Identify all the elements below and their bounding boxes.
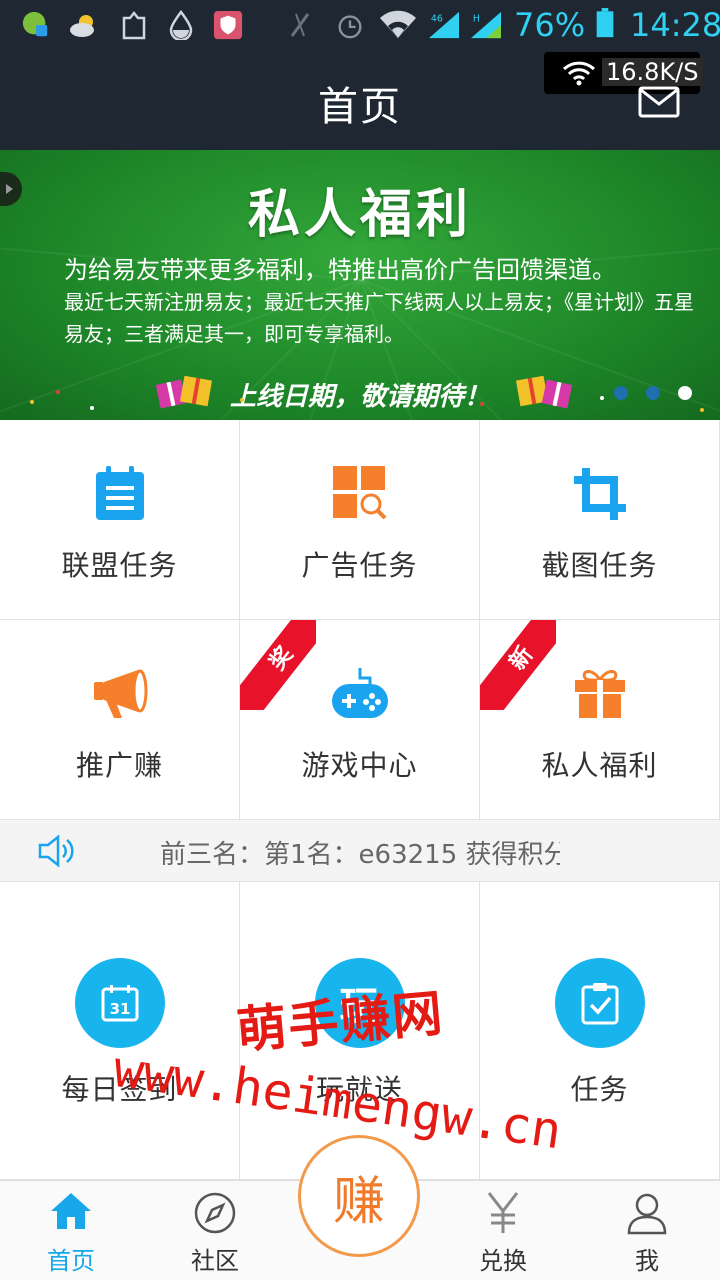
no-data-icon bbox=[290, 13, 310, 37]
battery-icon bbox=[596, 8, 614, 38]
user-icon bbox=[627, 1193, 667, 1235]
yen-icon bbox=[487, 1192, 519, 1233]
banner-title: 私人福利 bbox=[247, 185, 472, 245]
calendar-icon: 31 bbox=[74, 958, 165, 1048]
ad-task-label: 广告任务 bbox=[301, 549, 418, 582]
calendar-day-number: 31 bbox=[109, 1000, 130, 1018]
tab-exchange-label: 兑换 bbox=[479, 1247, 527, 1275]
screenshot-task-tile[interactable]: 截图任务 bbox=[480, 420, 720, 620]
status-bar: 46 H 76% 14:28 bbox=[0, 0, 720, 52]
banner-text-line1: 为给易友带来更多福利，特推出高价广告回馈渠道。 bbox=[64, 256, 616, 284]
wifi-status-icon bbox=[380, 10, 416, 39]
promote-earn-tile[interactable]: 推广赚 bbox=[0, 620, 240, 820]
tab-community-label: 社区 bbox=[191, 1247, 239, 1275]
tab-me[interactable]: 我 bbox=[592, 1181, 702, 1280]
task-icon bbox=[554, 958, 645, 1048]
banner-text-line2: 最近七天新注册易友；最近七天推广下线两人以上易友；《星计划》五星易友；三者满足其… bbox=[64, 290, 694, 346]
promo-banner[interactable]: 私人福利 为给易友带来更多福利，特推出高价广告回馈渠道。 最近七天新注册易友；最… bbox=[0, 150, 720, 420]
alliance-task-label: 联盟任务 bbox=[61, 549, 178, 582]
tab-community[interactable]: 社区 bbox=[160, 1181, 270, 1280]
tab-home-label: 首页 bbox=[47, 1247, 95, 1275]
alliance-task-tile[interactable]: 联盟任务 bbox=[0, 420, 240, 620]
home-icon bbox=[51, 1193, 91, 1229]
app-header: 16.8K/S 首页 bbox=[0, 52, 720, 150]
banner-page-dot-2[interactable] bbox=[646, 386, 660, 400]
gamepad-icon bbox=[331, 668, 388, 718]
signal-2-icon: H bbox=[471, 11, 501, 39]
tab-me-label: 我 bbox=[635, 1247, 659, 1275]
private-welfare-tile[interactable]: 新 私人福利 bbox=[480, 620, 720, 820]
promote-earn-label: 推广赚 bbox=[75, 749, 163, 782]
announcement-text: 前三名：第1名：e63215 获得积分 bbox=[160, 840, 560, 870]
banner-launch-date-text: 上线日期，敬请期待！ bbox=[229, 382, 490, 412]
ad-task-tile[interactable]: 广告任务 bbox=[240, 420, 480, 620]
ad-search-icon bbox=[332, 466, 386, 520]
daily-checkin-tile[interactable]: 31 每日签到 bbox=[0, 882, 240, 1180]
banner-page-dot-3[interactable] bbox=[678, 386, 692, 400]
megaphone-icon bbox=[93, 669, 147, 718]
banner-page-dot-1[interactable] bbox=[614, 386, 628, 400]
clock: 14:28 bbox=[630, 6, 720, 44]
mail-icon[interactable] bbox=[638, 86, 680, 118]
private-welfare-label: 私人福利 bbox=[541, 749, 658, 782]
game-center-tile[interactable]: 奖 游戏中心 bbox=[240, 620, 480, 820]
signal-1-icon: 46 bbox=[429, 11, 459, 39]
game-center-label: 游戏中心 bbox=[301, 749, 418, 782]
clipboard-icon bbox=[95, 466, 144, 520]
announcement-marquee[interactable]: 前三名：第1名：e63215 获得积分 bbox=[0, 820, 720, 882]
svg-text:46: 46 bbox=[431, 13, 443, 24]
page-title: 首页 bbox=[318, 84, 402, 130]
screenshot-task-label: 截图任务 bbox=[541, 549, 658, 582]
water-drop-icon bbox=[169, 10, 193, 40]
earn-button-label: 赚 bbox=[332, 1171, 385, 1232]
tab-exchange[interactable]: 兑换 bbox=[448, 1181, 558, 1280]
svg-text:H: H bbox=[473, 13, 480, 24]
gift-box-decoration-right bbox=[515, 375, 573, 409]
clipboard-status-icon bbox=[122, 10, 146, 40]
speaker-icon bbox=[38, 834, 74, 868]
crop-icon bbox=[573, 468, 626, 520]
gift-icon bbox=[574, 670, 625, 718]
weather-icon bbox=[70, 15, 94, 37]
battery-percent: 76% bbox=[514, 6, 586, 44]
alarm-icon bbox=[338, 15, 362, 39]
tab-home[interactable]: 首页 bbox=[16, 1181, 126, 1280]
shield-icon bbox=[213, 10, 243, 40]
app-notification-icon bbox=[22, 11, 48, 37]
earn-button[interactable]: 赚 bbox=[298, 1135, 420, 1257]
compass-icon bbox=[194, 1192, 236, 1234]
